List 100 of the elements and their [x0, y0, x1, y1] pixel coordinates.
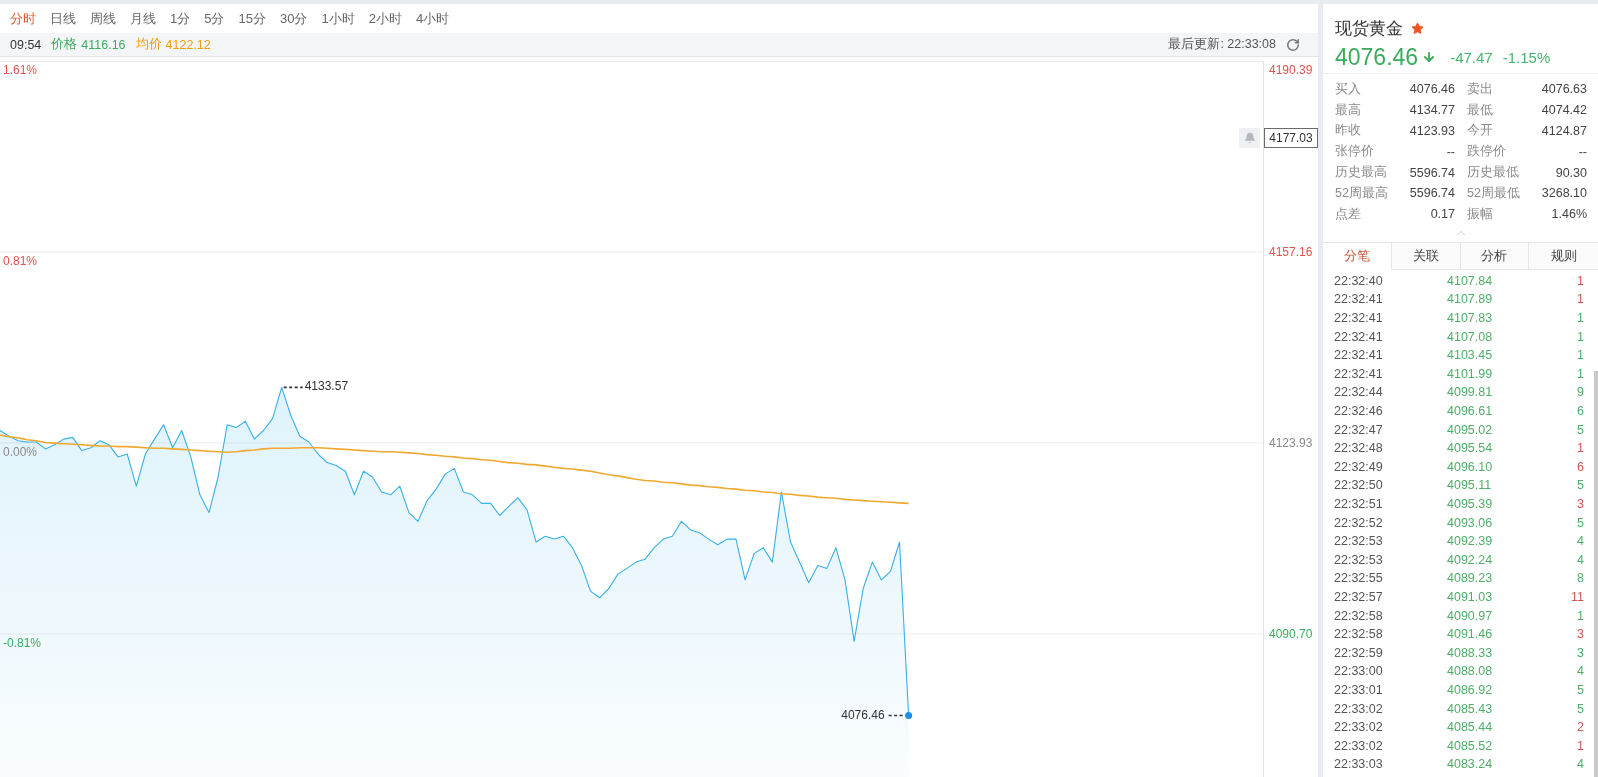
stat-label: 跌停价	[1467, 143, 1506, 161]
trade-time: 22:32:51	[1334, 497, 1384, 511]
chart-tab[interactable]: 日线	[43, 4, 83, 33]
chart-tab[interactable]: 4小时	[408, 4, 457, 33]
refresh-icon[interactable]	[1286, 37, 1300, 52]
chart-tab[interactable]: 周线	[83, 4, 123, 33]
trade-time: 22:32:41	[1334, 366, 1384, 381]
stat-value: 4074.42	[1541, 103, 1587, 118]
legend-value: 4116.16	[81, 37, 126, 52]
percent-axis-label: -0.81%	[3, 635, 42, 650]
stat-value: 0.17	[1430, 207, 1455, 222]
trade-price: 4099.81	[1447, 385, 1493, 400]
trade-price: 4083.24	[1447, 757, 1493, 772]
end-point-icon	[905, 712, 913, 719]
price-axis-label: 4090.70	[1269, 626, 1313, 641]
trade-price: 4091.46	[1447, 627, 1493, 642]
chart-tab[interactable]: 1分	[163, 4, 198, 33]
panel-tab[interactable]: 规则	[1529, 242, 1598, 270]
trade-price: 4085.52	[1447, 738, 1493, 753]
trade-price: 4107.83	[1447, 311, 1493, 326]
price-axis-label: 4157.16	[1269, 244, 1313, 259]
stat-label: 历史最低	[1467, 164, 1519, 182]
trade-price: 4107.84	[1447, 273, 1493, 288]
trade-price: 4095.54	[1447, 441, 1493, 456]
legend-value: 4122.12	[165, 37, 211, 52]
bell-icon[interactable]	[1239, 127, 1260, 148]
stat-label: 昨收	[1335, 122, 1361, 140]
stat-value: 4134.77	[1409, 103, 1455, 118]
price-axis-label: 4190.39	[1269, 63, 1313, 77]
legend-name: 价格	[51, 36, 78, 53]
panel-tab[interactable]: 分析	[1460, 242, 1530, 270]
trade-volume: 5	[1577, 515, 1584, 530]
trade-volume: 1	[1577, 348, 1584, 363]
panel-tab[interactable]: 关联	[1391, 242, 1461, 270]
trade-price: 4093.06	[1447, 515, 1493, 530]
star-icon[interactable]	[1411, 21, 1424, 35]
trade-volume: 1	[1577, 441, 1584, 456]
stat-label: 张停价	[1335, 143, 1374, 161]
trade-volume: 5	[1577, 682, 1584, 697]
chart-tab[interactable]: 分时	[3, 4, 43, 33]
trade-price: 4095.11	[1447, 478, 1492, 493]
chart-tab[interactable]: 月线	[123, 4, 163, 33]
chart-tab[interactable]: 5分	[197, 4, 232, 33]
trade-volume: 4	[1577, 552, 1584, 567]
stat-value: 5596.74	[1409, 165, 1455, 180]
stat-label: 最高	[1335, 101, 1361, 119]
trade-time: 22:32:41	[1334, 329, 1384, 344]
trade-time: 22:32:53	[1334, 552, 1384, 567]
trade-volume: 4	[1577, 534, 1584, 549]
trade-price: 4107.89	[1447, 292, 1493, 307]
trade-volume: 1	[1577, 608, 1584, 623]
trade-time: 22:32:57	[1334, 589, 1384, 604]
trade-volume: 5	[1577, 701, 1584, 716]
trade-volume: 4	[1577, 757, 1584, 772]
stat-label: 振幅	[1467, 205, 1493, 223]
scrollbar-thumb[interactable]	[1594, 370, 1598, 777]
trade-price: 4095.39	[1447, 497, 1493, 511]
stat-label: 今开	[1467, 122, 1493, 140]
cursor-price-label: 4177.03	[1264, 127, 1318, 148]
trade-time: 22:32:40	[1334, 273, 1384, 288]
leader-line	[887, 714, 906, 717]
trade-volume: 1	[1577, 366, 1584, 381]
trade-price: 4090.97	[1447, 608, 1493, 623]
stat-value: 4076.63	[1541, 82, 1587, 97]
percent-axis-label: 0.81%	[3, 253, 38, 268]
trade-volume: 6	[1577, 404, 1584, 419]
percent-axis-label: 0.00%	[3, 444, 38, 459]
trade-time: 22:33:02	[1334, 720, 1384, 735]
trade-time: 22:33:02	[1334, 738, 1384, 753]
price-change: -47.47	[1450, 48, 1493, 66]
trade-volume: 8	[1577, 571, 1584, 586]
stat-value: 90.30	[1555, 165, 1587, 180]
trade-price: 4107.08	[1447, 329, 1493, 344]
stat-value: 4124.87	[1541, 124, 1587, 138]
stat-value: --	[1446, 144, 1455, 159]
trade-price: 4096.10	[1447, 459, 1493, 474]
stat-value: 1.46%	[1551, 207, 1587, 222]
trade-time: 22:32:52	[1334, 515, 1384, 530]
chart-tab[interactable]: 30分	[272, 4, 315, 33]
trade-time: 22:33:00	[1334, 664, 1384, 679]
chart-tab[interactable]: 1小时	[314, 4, 362, 33]
chart-tab[interactable]: 15分	[231, 4, 273, 33]
trade-volume: 1	[1577, 738, 1584, 753]
trade-time: 22:32:44	[1334, 385, 1384, 400]
stat-value: --	[1578, 144, 1587, 159]
trade-volume: 3	[1577, 645, 1584, 660]
stat-value: 4076.46	[1409, 82, 1455, 97]
price-callout-label: 4076.46	[841, 707, 885, 722]
trade-volume: 3	[1577, 627, 1584, 642]
trade-price: 4085.43	[1447, 701, 1493, 716]
chart-tab[interactable]: 2小时	[361, 4, 409, 33]
trade-price: 4085.44	[1447, 720, 1493, 735]
trade-volume: 11	[1571, 589, 1584, 604]
trade-time: 22:33:03	[1334, 757, 1384, 772]
trade-time: 22:32:53	[1334, 534, 1384, 549]
trade-volume: 4	[1577, 664, 1584, 679]
percent-change: -1.15%	[1502, 48, 1551, 66]
price-axis-label: 4123.93	[1269, 435, 1313, 450]
stat-label: 52周最高	[1335, 184, 1388, 202]
stat-label: 52周最低	[1467, 184, 1520, 202]
